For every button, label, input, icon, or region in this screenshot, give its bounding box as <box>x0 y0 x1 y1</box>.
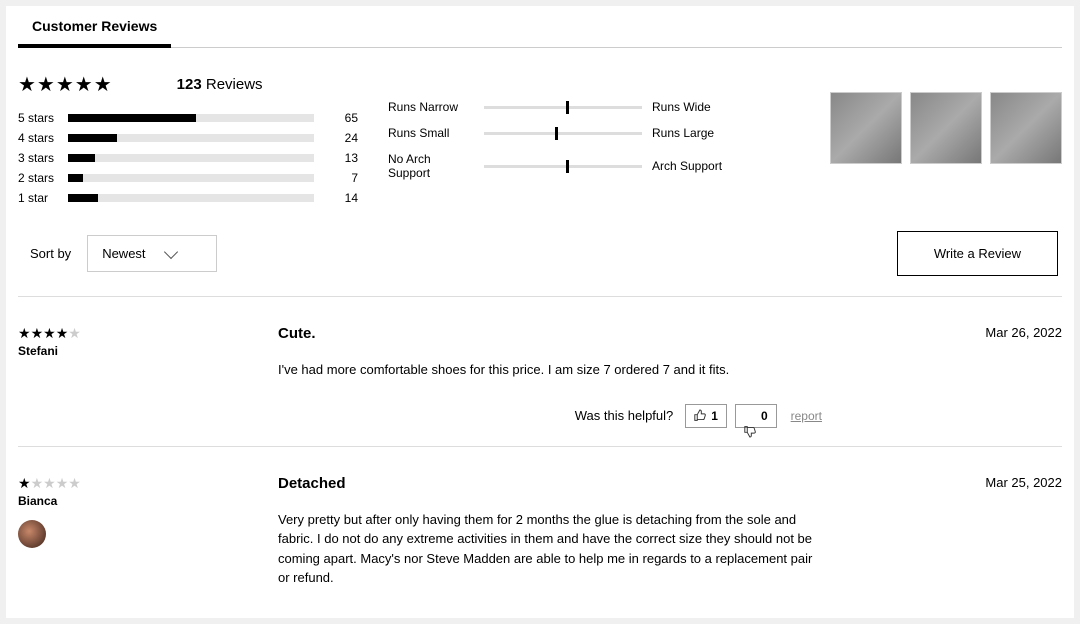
downvote-button[interactable]: 0 <box>735 404 777 428</box>
review-meta: Mar 25, 2022 <box>822 475 1062 588</box>
histogram-label: 5 stars <box>18 111 68 125</box>
fit-slider-marker <box>566 160 569 173</box>
histogram-label: 1 star <box>18 191 68 205</box>
fit-row: No Arch Support Arch Support <box>388 152 738 180</box>
review-item: ★★★★★ StefaniCute. I've had more comfortab… <box>18 296 1062 446</box>
review-title: Cute. <box>278 325 822 342</box>
review-star-rating: ★★★★★ <box>18 475 278 492</box>
histogram-count: 24 <box>328 131 358 145</box>
review-body: Detached Very pretty but after only havin… <box>278 475 822 588</box>
histogram-label: 3 stars <box>18 151 68 165</box>
fit-slider-track <box>484 132 642 135</box>
reviews-container: Customer Reviews ★★★★★ 123 Reviews 5 sta… <box>6 6 1074 618</box>
photo-thumbnail[interactable] <box>830 92 902 164</box>
histogram-count: 65 <box>328 111 358 125</box>
review-title: Detached <box>278 475 822 492</box>
review-item: ★★★★★ BiancaDetached Very pretty but after… <box>18 446 1062 606</box>
fit-right-label: Runs Wide <box>652 100 738 114</box>
fit-row: Runs Small Runs Large <box>388 126 738 140</box>
reviewer-name: Bianca <box>18 494 278 508</box>
helpful-label: Was this helpful? <box>575 408 674 423</box>
review-count: 123 Reviews <box>177 76 263 93</box>
reviews-list: ★★★★★ StefaniCute. I've had more comfortab… <box>18 296 1062 606</box>
sort-selected-value: Newest <box>102 246 145 261</box>
histogram-row[interactable]: 1 star 14 <box>18 191 358 205</box>
photo-thumbnail[interactable] <box>910 92 982 164</box>
review-star-rating: ★★★★★ <box>18 325 278 342</box>
histogram-count: 13 <box>328 151 358 165</box>
fit-right-label: Runs Large <box>652 126 738 140</box>
fit-slider-track <box>484 106 642 109</box>
fit-slider-track <box>484 165 642 168</box>
histogram-row[interactable]: 2 stars 7 <box>18 171 358 185</box>
review-body: Cute. I've had more comfortable shoes for… <box>278 325 822 428</box>
upvote-button[interactable]: 1 <box>685 404 727 428</box>
fit-right-label: Arch Support <box>652 159 738 173</box>
reviewer-column: ★★★★★ Stefani <box>18 325 278 428</box>
review-photos <box>830 72 1062 211</box>
histogram-bar <box>68 114 314 122</box>
summary-section: ★★★★★ 123 Reviews 5 stars 65 4 stars 24 3 st… <box>18 48 1062 225</box>
helpful-row: Was this helpful? 10 report <box>278 404 822 428</box>
review-text: I've had more comfortable shoes for this… <box>278 360 822 380</box>
review-text: Very pretty but after only having them f… <box>278 510 822 588</box>
histogram-bar <box>68 134 314 142</box>
review-date: Mar 26, 2022 <box>822 325 1062 340</box>
chevron-down-icon <box>164 244 178 258</box>
histogram-count: 14 <box>328 191 358 205</box>
review-meta: Mar 26, 2022 <box>822 325 1062 428</box>
histogram-row[interactable]: 4 stars 24 <box>18 131 358 145</box>
histogram-row[interactable]: 5 stars 65 <box>18 111 358 125</box>
sort-row: Sort by Newest Write a Review <box>18 225 1062 296</box>
fit-left-label: Runs Narrow <box>388 100 474 114</box>
photo-thumbnail[interactable] <box>990 92 1062 164</box>
avatar[interactable] <box>18 520 46 548</box>
fit-row: Runs Narrow Runs Wide <box>388 100 738 114</box>
fit-sliders-column: Runs Narrow Runs Wide Runs Small Runs Large… <box>388 72 738 211</box>
histogram-label: 4 stars <box>18 131 68 145</box>
histogram-label: 2 stars <box>18 171 68 185</box>
reviewer-name: Stefani <box>18 344 278 358</box>
histogram-row[interactable]: 3 stars 13 <box>18 151 358 165</box>
review-date: Mar 25, 2022 <box>822 475 1062 490</box>
sort-dropdown[interactable]: Newest <box>87 235 217 272</box>
reviewer-column: ★★★★★ Bianca <box>18 475 278 588</box>
report-link[interactable]: report <box>791 409 822 423</box>
histogram-bar <box>68 154 314 162</box>
sort-label: Sort by <box>30 246 71 261</box>
fit-slider-marker <box>566 101 569 114</box>
tab-customer-reviews[interactable]: Customer Reviews <box>18 12 171 48</box>
rating-histogram: 5 stars 65 4 stars 24 3 stars 13 2 stars 7 1 sta… <box>18 111 358 205</box>
fit-left-label: Runs Small <box>388 126 474 140</box>
fit-slider-marker <box>555 127 558 140</box>
ratings-column: ★★★★★ 123 Reviews 5 stars 65 4 stars 24 3 st… <box>18 72 358 211</box>
fit-left-label: No Arch Support <box>388 152 474 180</box>
write-review-button[interactable]: Write a Review <box>897 231 1058 276</box>
overall-rating-stars: ★★★★★ <box>18 72 113 97</box>
histogram-bar <box>68 194 314 202</box>
histogram-count: 7 <box>328 171 358 185</box>
tab-header: Customer Reviews <box>18 6 1062 48</box>
histogram-bar <box>68 174 314 182</box>
